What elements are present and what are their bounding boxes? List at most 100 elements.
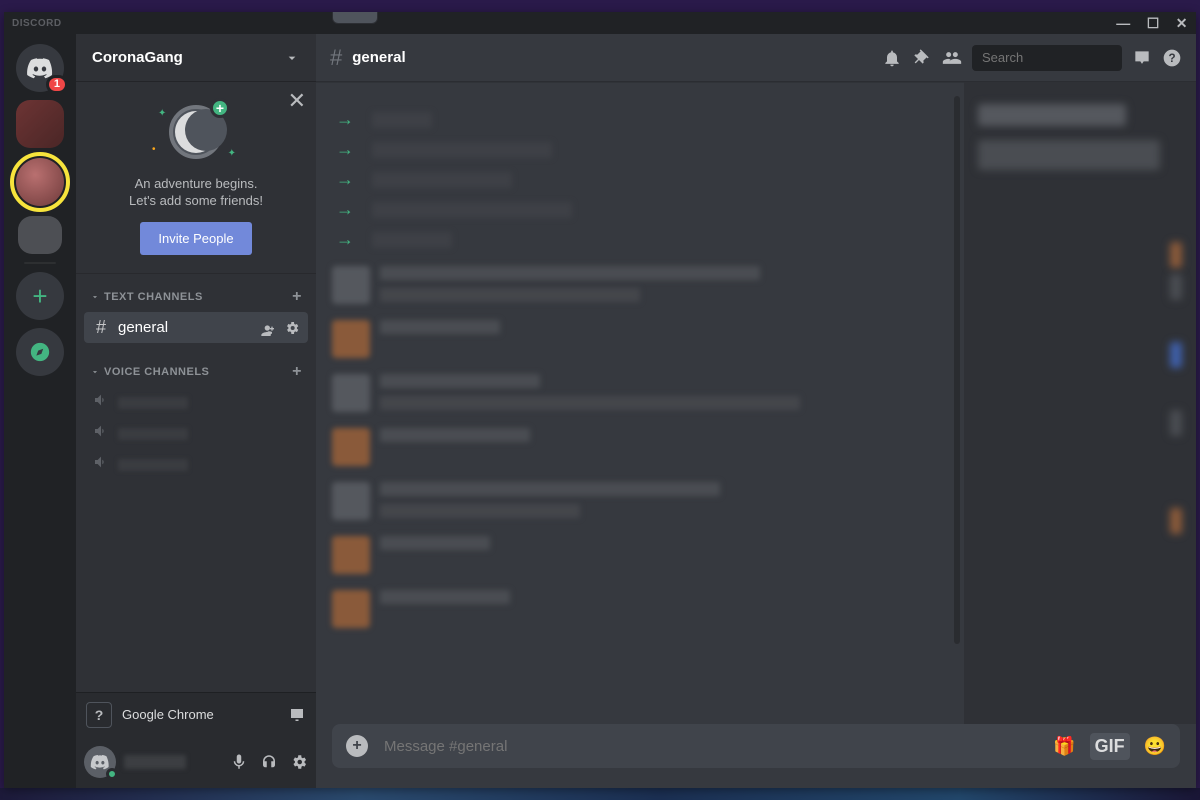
screen-share-icon[interactable] xyxy=(288,706,306,724)
message-row xyxy=(332,266,948,304)
join-message: → xyxy=(336,229,948,250)
notifications-button[interactable] xyxy=(882,48,902,68)
join-message: → xyxy=(336,109,948,130)
inbox-button[interactable] xyxy=(1132,48,1152,68)
app-window: DISCORD — ☐ ✕ 1 + xyxy=(4,12,1196,788)
message-input[interactable] xyxy=(382,737,1039,756)
window-maximize-button[interactable]: ☐ xyxy=(1147,15,1160,32)
voice-channels-header[interactable]: VOICE CHANNELS + xyxy=(84,357,308,387)
join-arrow-icon: → xyxy=(336,229,354,250)
voice-channel-item[interactable] xyxy=(84,418,308,449)
sparkle-icon: • xyxy=(152,144,156,155)
voice-channel-item[interactable] xyxy=(84,449,308,480)
redacted-text xyxy=(380,266,760,280)
server-header-dropdown[interactable]: CoronaGang xyxy=(76,34,316,82)
redacted-member xyxy=(1170,242,1182,268)
add-server-button[interactable]: + xyxy=(16,272,64,320)
activity-panel[interactable]: ? Google Chrome xyxy=(76,692,316,736)
titlebar: DISCORD — ☐ ✕ xyxy=(4,12,1196,34)
join-arrow-icon: → xyxy=(336,139,354,160)
redacted-text xyxy=(372,202,572,218)
server-item[interactable] xyxy=(16,100,64,148)
message-row xyxy=(332,590,948,628)
channel-general[interactable]: # general xyxy=(84,312,308,343)
explore-servers-button[interactable] xyxy=(16,328,64,376)
search-box[interactable] xyxy=(972,45,1122,71)
redacted-text xyxy=(372,232,452,248)
redacted-avatar xyxy=(332,590,370,628)
invite-people-button[interactable]: Invite People xyxy=(140,222,251,255)
window-minimize-button[interactable]: — xyxy=(1116,15,1131,32)
plus-icon: + xyxy=(32,281,47,312)
deafen-button[interactable] xyxy=(260,753,278,771)
window-controls: — ☐ ✕ xyxy=(1116,15,1188,32)
redacted-text xyxy=(380,396,800,410)
message-row xyxy=(332,482,948,520)
member-list-toggle[interactable] xyxy=(942,48,962,68)
emoji-picker-button[interactable]: 😀 xyxy=(1144,736,1166,757)
text-channels-label: TEXT CHANNELS xyxy=(104,291,203,303)
hash-icon: # xyxy=(92,317,110,338)
create-voice-channel-button[interactable]: + xyxy=(292,363,302,381)
redacted-avatar xyxy=(332,428,370,466)
redacted-avatar xyxy=(332,482,370,520)
window-tab-notch xyxy=(332,12,378,24)
redacted-member xyxy=(1170,508,1182,534)
invite-icon[interactable] xyxy=(260,320,276,336)
server-name: CoronaGang xyxy=(92,49,183,66)
speaker-icon xyxy=(92,392,110,413)
window-close-button[interactable]: ✕ xyxy=(1176,15,1188,32)
redacted-text xyxy=(372,172,512,188)
redacted-avatar xyxy=(332,536,370,574)
pinned-messages-button[interactable] xyxy=(912,48,932,68)
message-list[interactable]: → → → → → xyxy=(316,82,964,724)
redacted-username xyxy=(124,755,186,769)
member-list[interactable] xyxy=(964,82,1196,724)
redacted-text xyxy=(380,428,530,442)
message-row xyxy=(332,428,948,466)
voice-channel-item[interactable] xyxy=(84,387,308,418)
attach-button[interactable]: + xyxy=(346,735,368,757)
server-list-divider xyxy=(24,262,56,264)
server-item-selected[interactable] xyxy=(16,158,64,206)
voice-channels-label: VOICE CHANNELS xyxy=(104,366,209,378)
welcome-text-line2: Let's add some friends! xyxy=(92,193,300,208)
add-friend-plus-icon: + xyxy=(210,98,230,118)
scrollbar[interactable] xyxy=(954,96,960,644)
redacted-member xyxy=(1170,410,1182,436)
channel-label: general xyxy=(118,319,252,336)
channel-sidebar: CoronaGang ✕ ✦ • ✦ + An adventure begins… xyxy=(76,34,316,788)
gif-button[interactable]: GIF xyxy=(1090,733,1130,760)
redacted-member xyxy=(978,104,1126,126)
user-settings-button[interactable] xyxy=(290,753,308,771)
chat-area: # general ? → xyxy=(316,34,1196,788)
welcome-close-button[interactable]: ✕ xyxy=(288,90,306,112)
app-name: DISCORD xyxy=(12,18,62,29)
self-avatar[interactable] xyxy=(84,746,116,778)
discord-logo-icon xyxy=(90,754,110,770)
text-channels-header[interactable]: TEXT CHANNELS + xyxy=(84,282,308,312)
message-composer[interactable]: + 🎁 GIF 😀 xyxy=(332,724,1180,768)
chat-body: → → → → → xyxy=(316,82,1196,724)
help-button[interactable]: ? xyxy=(1162,48,1182,68)
join-message: → xyxy=(336,199,948,220)
redacted-avatar xyxy=(332,320,370,358)
home-button[interactable]: 1 xyxy=(16,44,64,92)
channel-title: general xyxy=(352,49,405,66)
redacted-avatar xyxy=(332,266,370,304)
create-text-channel-button[interactable]: + xyxy=(292,288,302,306)
redacted-text xyxy=(380,374,540,388)
redacted-text xyxy=(380,536,490,550)
mute-mic-button[interactable] xyxy=(230,753,248,771)
redacted-text xyxy=(380,482,720,496)
chevron-down-icon xyxy=(90,292,100,302)
channel-list: TEXT CHANNELS + # general VOICE CHANNE xyxy=(76,274,316,692)
gear-icon[interactable] xyxy=(284,320,300,336)
gift-button[interactable]: 🎁 xyxy=(1053,736,1075,757)
server-item[interactable] xyxy=(18,216,62,254)
compass-icon xyxy=(29,341,51,363)
redacted-member xyxy=(1170,274,1182,300)
speaker-icon xyxy=(92,454,110,475)
welcome-card: ✕ ✦ • ✦ + An adventure begins. Let's add… xyxy=(76,82,316,274)
sparkle-icon: ✦ xyxy=(158,108,166,119)
